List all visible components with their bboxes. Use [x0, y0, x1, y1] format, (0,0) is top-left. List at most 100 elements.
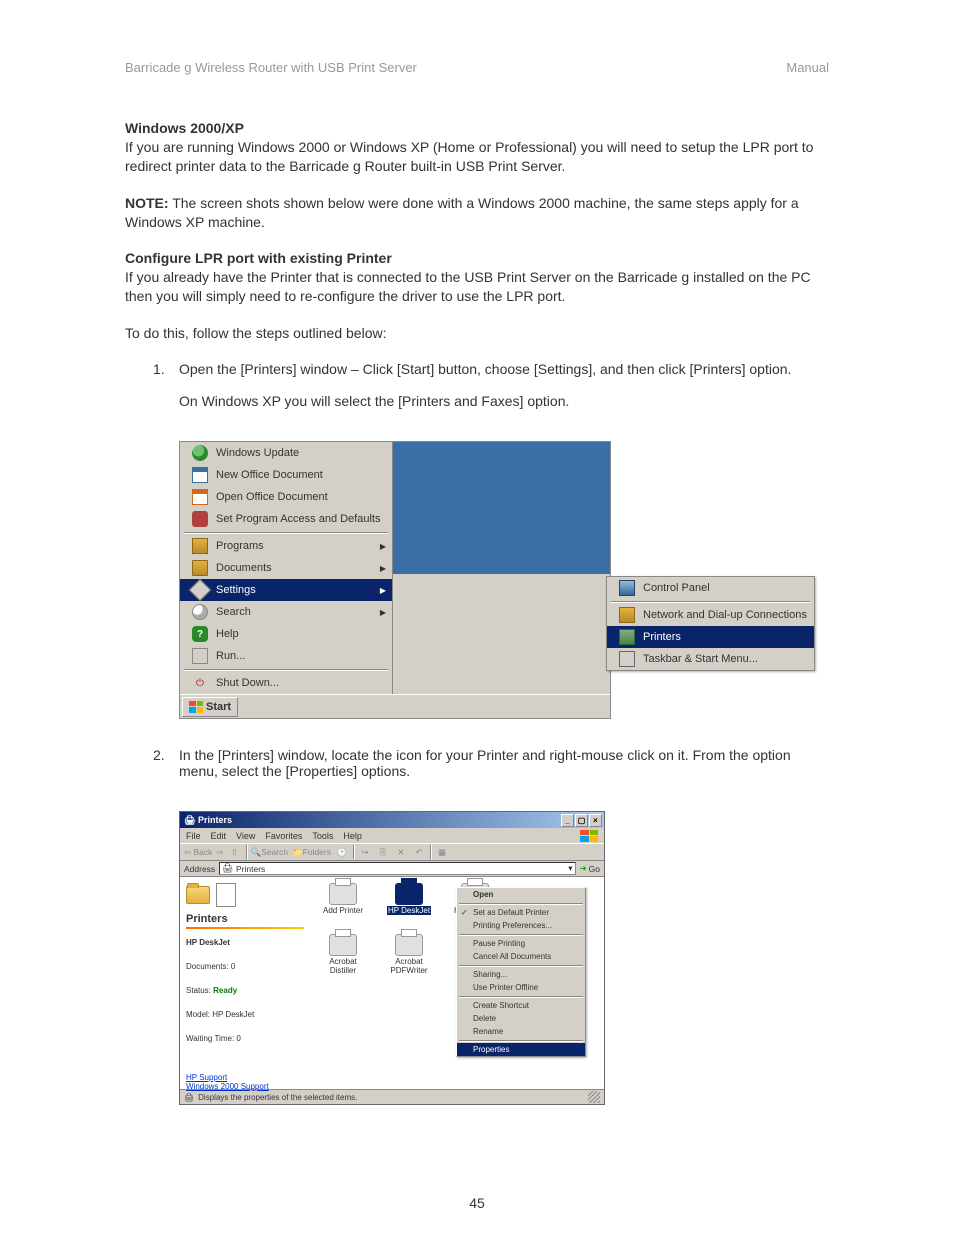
sm-windows-update[interactable]: Windows Update: [180, 442, 392, 464]
program-access-icon: [192, 511, 208, 527]
move-to-icon[interactable]: ↪: [358, 845, 372, 859]
icon-add-printer[interactable]: Add Printer: [320, 883, 366, 916]
menu-view[interactable]: View: [236, 831, 255, 841]
ctx-sharing[interactable]: Sharing...: [457, 968, 585, 981]
printers-icon-area: Add Printer HP DeskJet HP DeskJet Acroba…: [310, 877, 604, 1089]
ctx-create-shortcut[interactable]: Create Shortcut: [457, 999, 585, 1012]
arrow-icon: ▶: [380, 608, 386, 617]
settings-submenu: Control Panel Network and Dial-up Connec…: [606, 576, 815, 671]
sm-new-office-doc[interactable]: New Office Document: [180, 464, 392, 486]
separator: [459, 996, 583, 997]
sm-shutdown[interactable]: ⏻Shut Down...: [180, 672, 392, 694]
delete-icon[interactable]: ✕: [394, 845, 408, 859]
ctx-pause[interactable]: Pause Printing: [457, 937, 585, 950]
link-win2000-support[interactable]: Windows 2000 Support: [186, 1082, 304, 1091]
menu-tools[interactable]: Tools: [312, 831, 333, 841]
address-input[interactable]: 🖨 Printers ▾: [219, 862, 575, 875]
page-header: Barricade g Wireless Router with USB Pri…: [125, 60, 829, 75]
ctx-rename[interactable]: Rename: [457, 1025, 585, 1038]
status-label: Status:: [186, 986, 211, 995]
windows-logo-icon: [580, 830, 598, 842]
close-button[interactable]: ×: [589, 814, 602, 827]
step-1: 1. Open the [Printers] window – Click [S…: [153, 361, 829, 425]
ctx-printing-prefs[interactable]: Printing Preferences...: [457, 919, 585, 932]
submenu-control-panel[interactable]: Control Panel: [607, 577, 814, 599]
header-right: Manual: [786, 60, 829, 75]
statusbar-icon: 🖨: [184, 1093, 194, 1102]
folders-button[interactable]: 📁Folders: [292, 847, 331, 858]
ctx-set-default[interactable]: Set as Default Printer: [457, 906, 585, 919]
model: Model: HP DeskJet: [186, 1009, 304, 1021]
resize-grip[interactable]: [588, 1091, 600, 1103]
folder-icon: [186, 886, 210, 904]
search-button[interactable]: 🔍Search: [251, 847, 289, 858]
heading-win2000xp: Windows 2000/XP: [125, 120, 244, 136]
separator: [459, 1040, 583, 1041]
views-icon[interactable]: ▦: [435, 845, 449, 859]
undo-icon[interactable]: ↶: [412, 845, 426, 859]
sm-programs[interactable]: Programs▶: [180, 535, 392, 557]
ctx-cancel-all[interactable]: Cancel All Documents: [457, 950, 585, 963]
titlebar: 🖨 Printers _ ▢ ×: [180, 812, 604, 828]
note-label: NOTE:: [125, 195, 169, 211]
settings-icon: [189, 579, 212, 602]
icon-acrobat-distiller[interactable]: Acrobat Distiller: [320, 934, 366, 976]
printers-folder-icon: 🖨: [184, 815, 195, 826]
menu-edit[interactable]: Edit: [211, 831, 227, 841]
separator: [184, 532, 388, 533]
menu-favorites[interactable]: Favorites: [265, 831, 302, 841]
help-icon: ?: [192, 626, 208, 642]
sm-documents[interactable]: Documents▶: [180, 557, 392, 579]
step-1-p2: On Windows XP you will select the [Print…: [179, 393, 825, 409]
submenu-taskbar[interactable]: Taskbar & Start Menu...: [607, 648, 814, 670]
icon-acrobat-pdfwriter[interactable]: Acrobat PDFWriter: [386, 934, 432, 976]
statusbar-text: Displays the properties of the selected …: [198, 1093, 357, 1102]
network-icon: [619, 607, 635, 623]
panel-title: Printers: [186, 913, 304, 925]
start-button[interactable]: Start: [182, 697, 238, 717]
ctx-delete[interactable]: Delete: [457, 1012, 585, 1025]
sm-help[interactable]: ?Help: [180, 623, 392, 645]
waiting-time: Waiting Time: 0: [186, 1033, 304, 1045]
document-icon: [192, 467, 208, 483]
section-win2000xp: Windows 2000/XP If you are running Windo…: [125, 119, 829, 176]
body-configure: If you already have the Printer that is …: [125, 269, 811, 304]
address-bar: Address 🖨 Printers ▾ ➜Go: [180, 861, 604, 877]
step-1-p1: Open the [Printers] window – Click [Star…: [179, 361, 825, 377]
printer-icon: [395, 883, 423, 905]
forward-button[interactable]: ⇨: [216, 847, 223, 858]
menu-help[interactable]: Help: [343, 831, 362, 841]
submenu-network[interactable]: Network and Dial-up Connections: [607, 604, 814, 626]
ctx-open[interactable]: Open: [457, 888, 585, 901]
sm-open-office-doc[interactable]: Open Office Document: [180, 486, 392, 508]
sm-search[interactable]: Search▶: [180, 601, 392, 623]
ctx-offline[interactable]: Use Printer Offline: [457, 981, 585, 994]
minimize-button[interactable]: _: [561, 814, 574, 827]
go-button[interactable]: ➜Go: [580, 863, 600, 874]
menu-file[interactable]: File: [186, 831, 201, 841]
back-button[interactable]: ⇦ Back: [184, 847, 212, 858]
page-number: 45: [0, 1195, 954, 1211]
ctx-properties[interactable]: Properties: [457, 1043, 585, 1056]
dropdown-icon[interactable]: ▾: [568, 863, 572, 874]
history-button[interactable]: 🕑: [335, 845, 349, 859]
step-2: 2. In the [Printers] window, locate the …: [153, 747, 829, 795]
link-hp-support[interactable]: HP Support: [186, 1073, 304, 1082]
windows-logo-icon: [189, 701, 203, 713]
sm-run[interactable]: Run...: [180, 645, 392, 667]
copy-to-icon[interactable]: ⎘: [376, 845, 390, 859]
sm-settings[interactable]: Settings▶: [180, 579, 392, 601]
submenu-printers[interactable]: Printers: [607, 626, 814, 648]
sm-program-access[interactable]: Set Program Access and Defaults: [180, 508, 392, 530]
menubar: File Edit View Favorites Tools Help: [180, 828, 604, 843]
taskbar: Start: [180, 694, 610, 718]
search-icon: [192, 604, 208, 620]
page-icon: [216, 883, 236, 907]
toolbar: ⇦ Back ⇨ ⇧ 🔍Search 📁Folders 🕑 ↪ ⎘ ✕ ↶ ▦: [180, 843, 604, 861]
maximize-button[interactable]: ▢: [575, 814, 588, 827]
screenshot-printers-window: 🖨 Printers _ ▢ × File Edit View Favorite…: [179, 811, 605, 1105]
header-left: Barricade g Wireless Router with USB Pri…: [125, 60, 417, 75]
icon-hp-deskjet-selected[interactable]: HP DeskJet: [386, 883, 432, 916]
documents-count: Documents: 0: [186, 961, 304, 973]
up-button[interactable]: ⇧: [228, 845, 242, 859]
